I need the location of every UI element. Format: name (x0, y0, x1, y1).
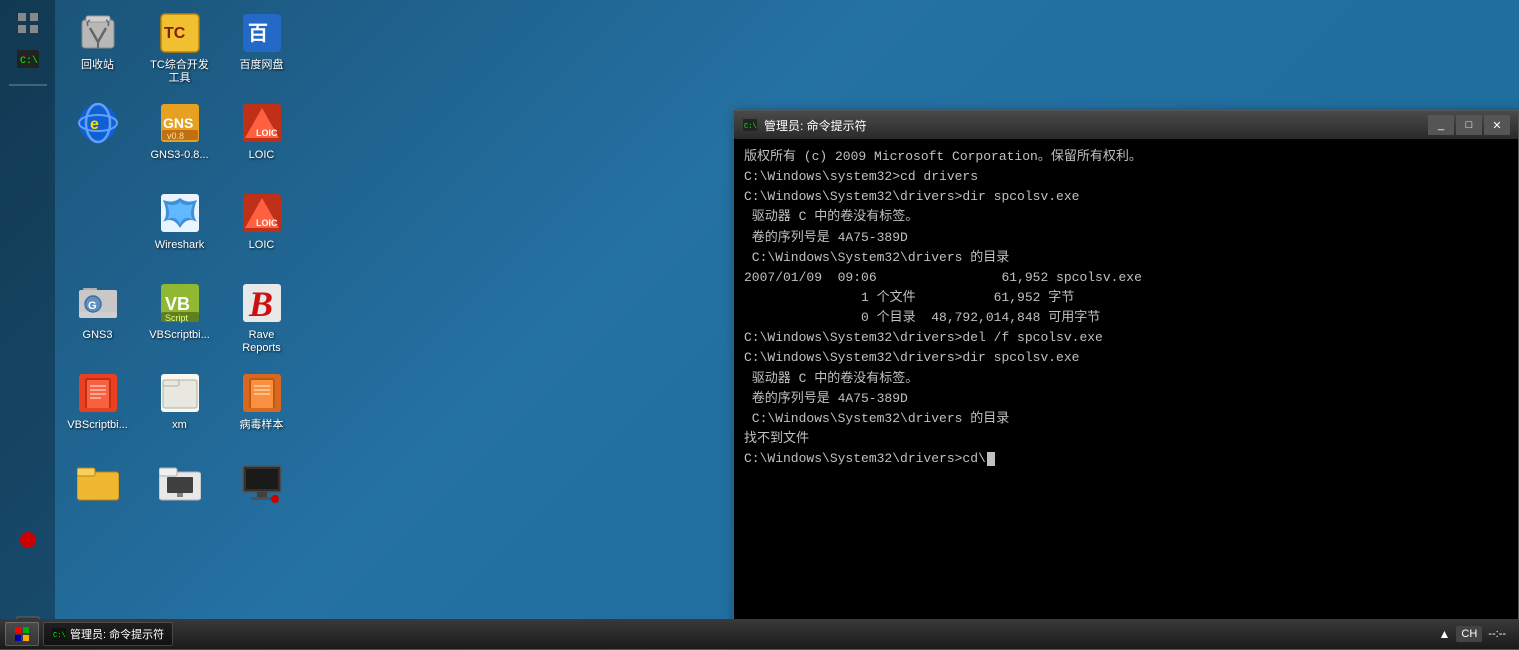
svg-text:v0.8: v0.8 (167, 131, 184, 141)
start-button[interactable] (5, 622, 39, 646)
vbsbi1-label: VBScriptbi... (149, 329, 210, 342)
taskbar-clock: --:-- (1488, 628, 1506, 640)
taskbar-left: C:\ CH (0, 0, 55, 649)
desktop-icon-monitor[interactable] (224, 455, 299, 543)
desktop-icon-grid: 回收站 TC TC综合开发 工具 百 百度网盘 e (60, 5, 304, 633)
cmd-close-btn[interactable]: ✕ (1484, 115, 1510, 135)
cmd-title-text: 管理员: 命令提示符 (764, 117, 1428, 134)
tc-label: TC综合开发 工具 (150, 59, 209, 85)
loic1-label: LOIC (249, 149, 275, 162)
cmd-line: C:\Windows\System32\drivers>del /f spcol… (744, 328, 1508, 348)
systray-icons: ▲ (1439, 627, 1451, 641)
cmd-minimize-btn[interactable]: _ (1428, 115, 1454, 135)
gns3-label: GNS3 (83, 329, 113, 342)
svg-text:VB: VB (165, 294, 190, 314)
cmd-line: 0 个目录 48,792,014,848 可用字节 (744, 308, 1508, 328)
cmd-content: 版权所有 (c) 2009 Microsoft Corporation。保留所有… (734, 139, 1518, 649)
virus-label: 病毒样本 (240, 419, 284, 432)
systray: ▲ CH --:-- (1431, 626, 1515, 642)
rave-label: Rave Reports (242, 329, 281, 355)
svg-text:G: G (88, 300, 97, 312)
taskbar-bottom: C:\ 管理员: 命令提示符 ▲ CH --:-- (0, 619, 1519, 649)
desktop-icon-vbsbi1[interactable]: VB Script VBScriptbi... (142, 275, 217, 363)
svg-text:C:\: C:\ (53, 632, 66, 640)
desktop-icon-recycle[interactable]: 回收站 (60, 5, 135, 93)
cmd-titlebar: C:\ 管理员: 命令提示符 _ □ ✕ (734, 111, 1518, 139)
baidu-label: 百度网盘 (240, 59, 284, 72)
cmd-line: C:\Windows\System32\drivers>dir spcolsv.… (744, 187, 1508, 207)
cmd-line: 驱动器 C 中的卷没有标签。 (744, 369, 1508, 389)
desktop-icon-folder1[interactable] (60, 455, 135, 543)
cmd-line: 版权所有 (c) 2009 Microsoft Corporation。保留所有… (744, 147, 1508, 167)
lang-indicator[interactable]: CH (1456, 626, 1482, 642)
svg-text:GNS: GNS (163, 115, 193, 131)
svg-text:TC: TC (164, 25, 186, 42)
cmd-line: C:\Windows\System32\drivers>cd\ (744, 449, 1508, 469)
cmd-line: 驱动器 C 中的卷没有标签。 (744, 207, 1508, 227)
svg-text:C:\: C:\ (744, 123, 757, 131)
desktop-icon-loic1[interactable]: LOIC LOIC (224, 95, 299, 183)
cmd-controls: _ □ ✕ (1428, 115, 1510, 135)
cmd-line: C:\Windows\System32\drivers 的目录 (744, 409, 1508, 429)
desktop-icon-gns3[interactable]: G GNS3 (60, 275, 135, 363)
svg-text:Script: Script (165, 313, 189, 323)
taskbar-terminal-icon[interactable]: C:\ (13, 44, 43, 74)
recycle-bin-label: 回收站 (81, 59, 114, 72)
desktop-icon-gns38[interactable]: GNS v0.8 GNS3-0.8... (142, 95, 217, 183)
loic2-label: LOIC (249, 239, 275, 252)
desktop-icon-virus[interactable]: 病毒样本 (224, 365, 299, 453)
desktop-icon-ie[interactable]: e (60, 95, 135, 183)
svg-text:LOIC: LOIC (256, 218, 278, 228)
cmd-line: C:\Windows\system32>cd drivers (744, 167, 1508, 187)
cmd-cursor (987, 452, 995, 466)
cmd-line: 卷的序列号是 4A75-389D (744, 228, 1508, 248)
desktop-icon-vbsbi2[interactable]: VBScriptbi... (60, 365, 135, 453)
svg-text:B: B (248, 284, 273, 324)
wireshark-label: Wireshark (155, 239, 205, 252)
svg-text:C:\: C:\ (20, 55, 38, 67)
taskbar-cmd-label: 管理员: 命令提示符 (70, 626, 164, 642)
taskbar-grid-icon[interactable] (13, 8, 43, 38)
desktop-icon-tc[interactable]: TC TC综合开发 工具 (142, 5, 217, 93)
desktop-icon-loic2[interactable]: LOIC LOIC (224, 185, 299, 273)
cmd-window: C:\ 管理员: 命令提示符 _ □ ✕ 版权所有 (c) 2009 Micro… (733, 110, 1519, 650)
desktop-icon-empty1 (60, 185, 135, 273)
gns38-label: GNS3-0.8... (150, 149, 208, 162)
cmd-line: 找不到文件 (744, 429, 1508, 449)
cmd-title-icon: C:\ (742, 117, 758, 133)
svg-text:e: e (90, 116, 99, 133)
cmd-line: 卷的序列号是 4A75-389D (744, 389, 1508, 409)
clock-time: --:-- (1488, 628, 1506, 640)
taskbar-cmd-btn[interactable]: C:\ 管理员: 命令提示符 (43, 622, 173, 646)
xm-label: xm (172, 419, 187, 432)
record-icon (13, 525, 43, 555)
cmd-line: 2007/01/09 09:06 61,952 spcolsv.exe (744, 268, 1508, 288)
svg-text:LOIC: LOIC (256, 128, 278, 138)
desktop-icon-wireshark[interactable]: Wireshark (142, 185, 217, 273)
cmd-maximize-btn[interactable]: □ (1456, 115, 1482, 135)
cmd-line: C:\Windows\System32\drivers 的目录 (744, 248, 1508, 268)
desktop-icon-xm[interactable]: xm (142, 365, 217, 453)
vbsbi2-label: VBScriptbi... (67, 419, 128, 432)
desktop-icon-rave[interactable]: B Rave Reports (224, 275, 299, 363)
cmd-line: 1 个文件 61,952 字节 (744, 288, 1508, 308)
svg-text:百: 百 (248, 23, 268, 45)
desktop-icon-baidu[interactable]: 百 百度网盘 (224, 5, 299, 93)
desktop-icon-folder2[interactable] (142, 455, 217, 543)
cmd-line: C:\Windows\System32\drivers>dir spcolsv.… (744, 348, 1508, 368)
